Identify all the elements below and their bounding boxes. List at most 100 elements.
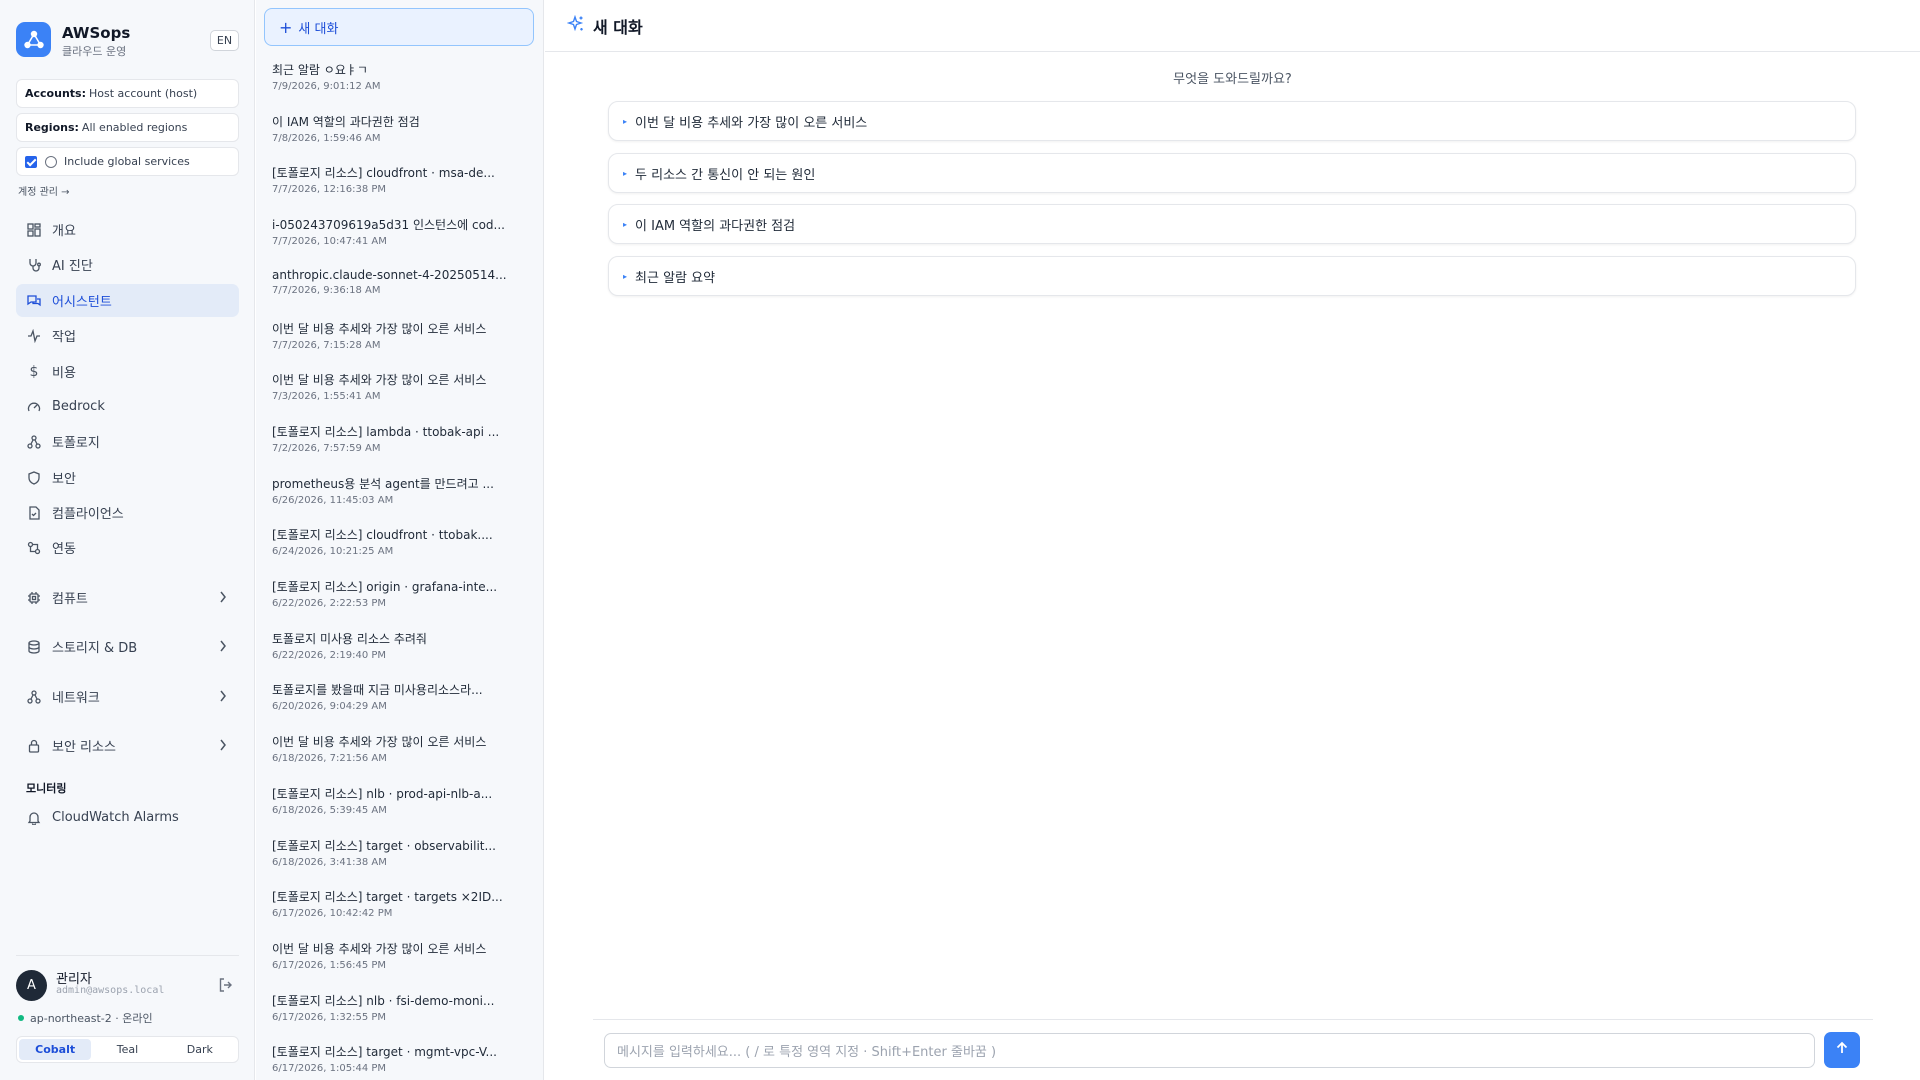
triangle-right-icon: ▸ <box>623 168 628 178</box>
suggestion-button[interactable]: ▸ 이 IAM 역할의 과다권한 점검 <box>608 204 1856 244</box>
conversation-item[interactable]: [토폴로지 리소스] origin · grafana-inte... 6/22/… <box>272 578 528 609</box>
chat-bubbles-icon <box>26 293 42 309</box>
nav-storage-db-label: 스토리지 & DB <box>52 641 138 656</box>
theme-teal-button[interactable]: Teal <box>91 1039 163 1060</box>
dollar-icon: $ <box>29 363 39 380</box>
sidebar: AWSops 클라우드 운영 EN Accounts: Host account… <box>0 0 255 1080</box>
awsops-logo-icon <box>16 22 51 57</box>
logout-icon[interactable] <box>218 977 234 997</box>
bell-icon <box>26 810 42 826</box>
nav-tasks-label: 작업 <box>52 330 76 345</box>
nav-network-label: 네트워크 <box>52 691 100 706</box>
suggestion-label: 이번 달 비용 추세와 가장 많이 오른 서비스 <box>635 115 868 131</box>
message-input[interactable]: 메시지를 입력하세요... ( / 로 특정 영역 지정 · Shift+Ent… <box>604 1033 1815 1068</box>
avatar[interactable]: A <box>16 970 47 1001</box>
regions-value: All enabled regions <box>81 121 188 134</box>
integration-icon <box>26 540 42 556</box>
regions-selector[interactable]: Regions: All enabled regions <box>16 113 239 142</box>
brand[interactable]: AWSops 클라우드 운영 <box>16 22 240 58</box>
nav-assistant-label: 어시스턴트 <box>52 295 112 310</box>
nav-overview[interactable]: 개요 <box>16 213 239 246</box>
arrow-up-icon <box>1834 1040 1850 1060</box>
nav-topology-label: 토폴로지 <box>52 436 100 451</box>
theme-cobalt-button[interactable]: Cobalt <box>19 1039 92 1060</box>
nav-security-resources[interactable]: 보안 리소스 <box>16 729 239 762</box>
conversation-title: [토폴로지 리소스] target · targets ×2ID... <box>272 890 503 904</box>
nav-tasks[interactable]: 작업 <box>16 319 239 352</box>
network-icon <box>26 689 42 705</box>
chevron-right-icon <box>219 640 227 656</box>
new-chat-button[interactable]: + 새 대화 <box>264 8 534 46</box>
main-panel: 새 대화 무엇을 도와드릴까요? ▸ 이번 달 비용 추세와 가장 많이 오른 … <box>545 0 1920 1080</box>
conversation-list: + 새 대화 최근 알람 ㅇ요ㅑㄱ 7/9/2026, 9:01:12 AM 이 I… <box>256 0 544 1080</box>
nav-compute[interactable]: 컴퓨트 <box>16 581 239 614</box>
suggestion-button[interactable]: ▸ 이번 달 비용 추세와 가장 많이 오른 서비스 <box>608 101 1856 141</box>
suggestion-label: 두 리소스 간 통신이 안 되는 원인 <box>635 167 816 183</box>
language-toggle-button[interactable]: EN <box>210 30 239 51</box>
nav-storage-db[interactable]: 스토리지 & DB <box>16 630 239 663</box>
conversation-timestamp: 6/26/2026, 11:45:03 AM <box>272 495 394 506</box>
conversation-item[interactable]: 최근 알람 ㅇ요ㅑㄱ 7/9/2026, 9:01:12 AM <box>272 61 528 92</box>
accounts-selector[interactable]: Accounts: Host account (host) <box>16 79 239 108</box>
theme-dark-button[interactable]: Dark <box>164 1039 236 1060</box>
nav-cloudwatch-alarms[interactable]: CloudWatch Alarms <box>16 801 239 834</box>
conversation-timestamp: 6/22/2026, 2:22:53 PM <box>272 598 387 609</box>
triangle-right-icon: ▸ <box>623 219 628 229</box>
conversation-timestamp: 7/2/2026, 7:57:59 AM <box>272 443 381 454</box>
nav-ai-diagnosis[interactable]: AI 진단 <box>16 248 239 281</box>
conversation-item[interactable]: [토폴로지 리소스] nlb · fsi-demo-moni... 6/17/20… <box>272 992 528 1023</box>
nav-bedrock[interactable]: Bedrock <box>16 390 239 423</box>
conversation-title: [토폴로지 리소스] nlb · fsi-demo-moni... <box>272 994 495 1008</box>
conversation-timestamp: 6/24/2026, 10:21:25 AM <box>272 546 394 557</box>
nav-integration[interactable]: 연동 <box>16 531 239 564</box>
new-chat-label: 새 대화 <box>298 21 339 37</box>
user-email: admin@awsops.local <box>56 985 165 996</box>
conversation-item[interactable]: 이 IAM 역할의 과다권한 점검 7/8/2026, 1:59:46 AM <box>272 113 528 144</box>
conversation-title: [토폴로지 리소스] target · mgmt-vpc-V... <box>272 1045 497 1059</box>
include-global-services-toggle[interactable]: Include global services <box>16 147 239 176</box>
suggestion-button[interactable]: ▸ 두 리소스 간 통신이 안 되는 원인 <box>608 153 1856 193</box>
account-management-link[interactable]: 계정 관리 → <box>18 183 70 198</box>
conversation-timestamp: 7/9/2026, 9:01:12 AM <box>272 81 381 92</box>
nav-assistant[interactable]: 어시스턴트 <box>16 284 239 317</box>
conversation-item[interactable]: [토폴로지 리소스] nlb · prod-api-nlb-a... 6/18/2… <box>272 785 528 816</box>
nav-network[interactable]: 네트워크 <box>16 680 239 713</box>
triangle-right-icon: ▸ <box>623 116 628 126</box>
conversation-item[interactable]: 이번 달 비용 추세와 가장 많이 오른 서비스 7/3/2026, 1:55:4… <box>272 371 528 402</box>
conversation-item[interactable]: [토폴로지 리소스] cloudfront · msa-de... 7/7/202… <box>272 164 528 195</box>
conversation-item[interactable]: 이번 달 비용 추세와 가장 많이 오른 서비스 6/17/2026, 1:56:… <box>272 940 528 971</box>
suggestion-button[interactable]: ▸ 최근 알람 요약 <box>608 256 1856 296</box>
gauge-icon <box>26 399 42 415</box>
conversation-item[interactable]: i-050243709619a5d31 인스턴스에 cod... 7/7/2026… <box>272 216 528 247</box>
stethoscope-icon <box>26 257 42 273</box>
nav-security[interactable]: 보안 <box>16 461 239 494</box>
region-status-text: ap-northeast-2 · 온라인 <box>30 1012 153 1025</box>
conversation-title: 최근 알람 ㅇ요ㅑㄱ <box>272 63 368 77</box>
conversation-item[interactable]: prometheus용 분석 agent를 만드려고 ... 6/26/2026,… <box>272 475 528 506</box>
online-status-dot <box>18 1015 24 1021</box>
conversation-timestamp: 6/18/2026, 7:21:56 AM <box>272 753 387 764</box>
chevron-right-icon <box>219 690 227 706</box>
conversation-item[interactable]: 이번 달 비용 추세와 가장 많이 오른 서비스 6/18/2026, 7:21:… <box>272 733 528 764</box>
send-button[interactable] <box>1824 1032 1860 1068</box>
conversation-timestamp: 7/8/2026, 1:59:46 AM <box>272 133 381 144</box>
shield-icon <box>26 470 42 486</box>
conversation-timestamp: 6/18/2026, 3:41:38 AM <box>272 857 387 868</box>
conversation-item[interactable]: [토폴로지 리소스] target · targets ×2ID... 6/17/… <box>272 888 528 919</box>
conversation-item[interactable]: 이번 달 비용 추세와 가장 많이 오른 서비스 7/7/2026, 7:15:2… <box>272 320 528 351</box>
include-global-checkbox[interactable] <box>25 155 37 168</box>
conversation-item[interactable]: [토폴로지 리소스] lambda · ttobak-api ... 7/2/20… <box>272 423 528 454</box>
conversation-item[interactable]: anthropic.claude-sonnet-4-20250514... 7/7… <box>272 268 528 296</box>
nav-compliance[interactable]: 컴플라이언스 <box>16 496 239 529</box>
conversation-timestamp: 7/7/2026, 9:36:18 AM <box>272 285 381 296</box>
dashboard-grid-icon <box>26 222 42 238</box>
conversation-item[interactable]: [토폴로지 리소스] target · mgmt-vpc-V... 6/17/20… <box>272 1043 528 1074</box>
nav-cost[interactable]: $ 비용 <box>16 355 239 388</box>
conversation-item[interactable]: 토폴로지 미사용 리소스 추려줘 6/22/2026, 2:19:40 PM <box>272 630 528 661</box>
nav-topology[interactable]: 토폴로지 <box>16 425 239 458</box>
conversation-item[interactable]: 토폴로지를 봤을때 지금 미사용리소스라... 6/20/2026, 9:04:2… <box>272 681 528 712</box>
conversation-item[interactable]: [토폴로지 리소스] target · observabilit... 6/18/… <box>272 837 528 868</box>
conversation-title: 토폴로지 미사용 리소스 추려줘 <box>272 632 427 646</box>
suggestion-label: 최근 알람 요약 <box>635 270 716 286</box>
conversation-item[interactable]: [토폴로지 리소스] cloudfront · ttobak.... 6/24/2… <box>272 526 528 557</box>
